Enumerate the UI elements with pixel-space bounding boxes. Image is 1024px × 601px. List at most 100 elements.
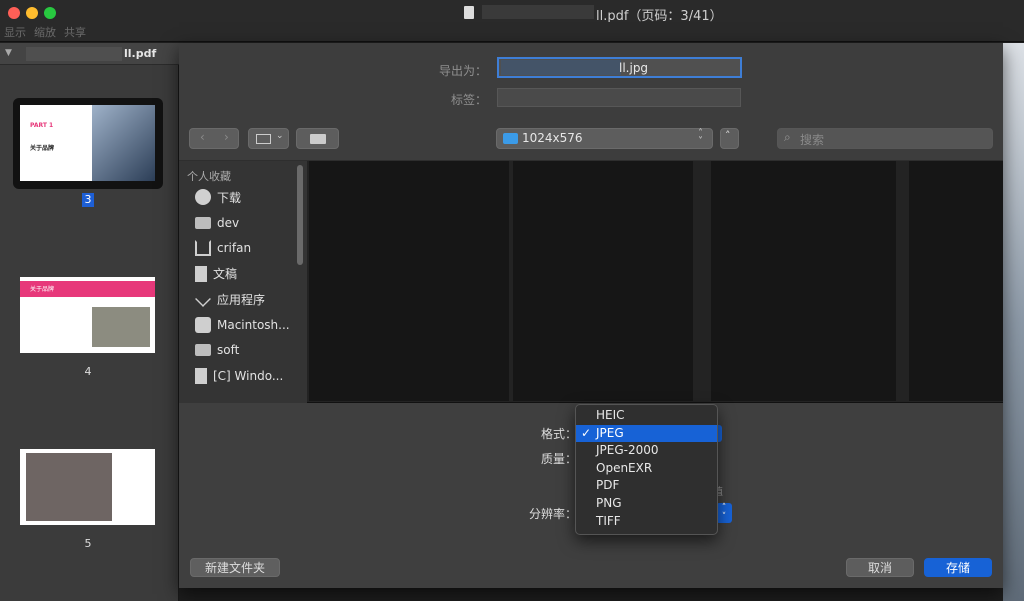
format-option[interactable]: PNG (576, 495, 717, 513)
format-option[interactable]: JPEG-2000 (576, 442, 717, 460)
page-number-4: 4 (84, 365, 92, 378)
home-icon (195, 240, 211, 256)
up-down-chevron-icon: ˄ ˅ (698, 128, 703, 147)
toolbar: 显示 缩放 共享 (0, 22, 1024, 42)
sidebar-item-7[interactable]: [C] Windo... (195, 365, 283, 387)
page-thumbnail-5[interactable] (20, 449, 155, 525)
sidebar-item-6[interactable]: soft (195, 339, 239, 361)
format-option[interactable]: PDF (576, 477, 717, 495)
favorites-header: 个人收藏 (187, 170, 231, 183)
sidebar-item-label: soft (217, 343, 240, 357)
toolbar-view-button[interactable]: 显示 (4, 24, 26, 40)
location-value: 1024x576 (522, 131, 583, 145)
download-icon (195, 189, 211, 205)
format-label: 格式： (540, 427, 577, 441)
page-thumbnail-3[interactable]: PART 1 关于品牌 (20, 105, 155, 181)
new-folder-button[interactable]: 新建文件夹 (190, 558, 280, 577)
folder-icon (195, 216, 211, 229)
format-option-label: HEIC (596, 408, 625, 422)
browser-column-3[interactable] (711, 161, 896, 401)
format-option-label: OpenEXR (596, 460, 653, 475)
resolution-label: 分辨率： (528, 507, 577, 521)
toolbar-zoom-button[interactable]: 缩放 (34, 24, 56, 40)
format-option-label: TIFF (596, 513, 621, 528)
view-mode-button[interactable]: ⌄ (248, 128, 289, 149)
search-field[interactable]: ⌕ 搜索 (777, 128, 993, 149)
sidebar-item-5[interactable]: Macintosh... (195, 314, 290, 336)
export-as-label: 导出为： (438, 64, 487, 78)
filename-value: ll.jpg (619, 61, 649, 75)
search-placeholder: 搜索 (800, 133, 825, 147)
quality-label: 质量： (540, 452, 577, 466)
tags-field[interactable] (497, 88, 741, 107)
sidebar-scrollbar[interactable] (297, 165, 303, 265)
format-dropdown-menu: HEIC ✓ JPEG JPEG-2000 OpenEXR PDF PNG TIFF (575, 404, 718, 535)
sidebar-item-4[interactable]: 应用程序 (195, 288, 265, 310)
thumbnail-title: 关于品牌 (30, 286, 55, 293)
thumbnail-image (92, 105, 155, 181)
back-icon[interactable]: ‹ (200, 130, 205, 144)
pdf-file-icon (464, 6, 474, 19)
sidebar-item-label: crifan (217, 241, 252, 255)
browser-column-4[interactable] (909, 161, 1003, 401)
browser-column-2[interactable] (513, 161, 693, 401)
cancel-button[interactable]: 取消 (846, 558, 914, 577)
chevron-down-icon: ⌄ (276, 131, 284, 141)
folder-icon (503, 133, 518, 144)
sidebar-item-label: 应用程序 (217, 292, 266, 307)
sidebar-item-0[interactable]: 下载 (195, 186, 241, 208)
new-folder-icon-button[interactable] (296, 128, 339, 149)
columns-icon (256, 134, 271, 144)
thumbnail-heading: PART 1 (30, 122, 54, 129)
folder-icon (195, 344, 211, 356)
format-option[interactable]: TIFF (576, 513, 717, 531)
page-number-5: 5 (84, 537, 92, 550)
search-icon: ⌕ (784, 130, 791, 144)
zoom-window-button[interactable] (44, 7, 56, 19)
sidebar-item-label: 下载 (217, 190, 242, 205)
file-browser: 个人收藏 下载 dev crifan 文稿应用程序 Macintosh... soft [C… (179, 160, 1003, 404)
redacted-block (482, 5, 594, 19)
document-icon (195, 265, 207, 282)
minimize-window-button[interactable] (26, 7, 38, 19)
folder-plus-icon (310, 134, 326, 144)
favorites-sidebar: 个人收藏 下载 dev crifan 文稿应用程序 Macintosh... soft [C… (179, 161, 307, 404)
format-option-label: JPEG-2000 (596, 443, 659, 458)
format-option-label: JPEG (596, 425, 624, 440)
toolbar-share-button[interactable]: 共享 (64, 24, 86, 40)
checkmark-icon: ✓ (581, 425, 592, 440)
save-button[interactable]: 存储 (924, 558, 992, 577)
back-forward-buttons: ‹ › (189, 128, 239, 149)
location-popup[interactable]: 1024x576 ˄ ˅ (496, 128, 713, 149)
format-option[interactable]: HEIC (576, 407, 717, 425)
thumbnail-image (92, 307, 150, 347)
thumbnail-sidebar: ▼ ll.pdf PART 1 关于品牌 3 关于品牌 4 5 (0, 43, 179, 601)
forward-icon[interactable]: › (224, 130, 229, 144)
chevron-up-icon: ˄ (725, 129, 731, 142)
document-background (1003, 43, 1024, 601)
applications-icon (195, 291, 211, 307)
disclosure-triangle-icon[interactable]: ▼ (5, 48, 12, 58)
thumbnail-image (26, 453, 112, 521)
sidebar-item-label: Macintosh... (217, 317, 290, 332)
sidebar-item-label: 文稿 (213, 267, 238, 281)
format-option[interactable]: OpenEXR (576, 460, 717, 478)
format-option-label: PNG (596, 495, 622, 510)
sidebar-item-1[interactable]: dev (195, 212, 239, 234)
sidebar-item-label: [C] Windo... (213, 368, 284, 383)
sidebar-doc-name: ll.pdf (124, 47, 157, 60)
format-option[interactable]: ✓ JPEG (576, 424, 717, 443)
tags-label: 标签： (450, 93, 487, 107)
sidebar-item-3[interactable]: 文稿 (195, 263, 237, 285)
format-option-label: PDF (596, 478, 620, 493)
redacted-block (26, 47, 122, 61)
sidebar-header: ▼ ll.pdf (0, 43, 179, 65)
expand-toggle-button[interactable]: ˄ (720, 128, 739, 149)
close-window-button[interactable] (8, 7, 20, 19)
resolution-stepper[interactable]: ˄ ˅ (716, 503, 732, 523)
filename-field[interactable]: ll.jpg (497, 57, 742, 78)
filename-selection (501, 60, 621, 75)
page-thumbnail-4[interactable]: 关于品牌 (20, 277, 155, 353)
browser-column-1[interactable] (309, 161, 509, 401)
sidebar-item-2[interactable]: crifan (195, 237, 251, 259)
